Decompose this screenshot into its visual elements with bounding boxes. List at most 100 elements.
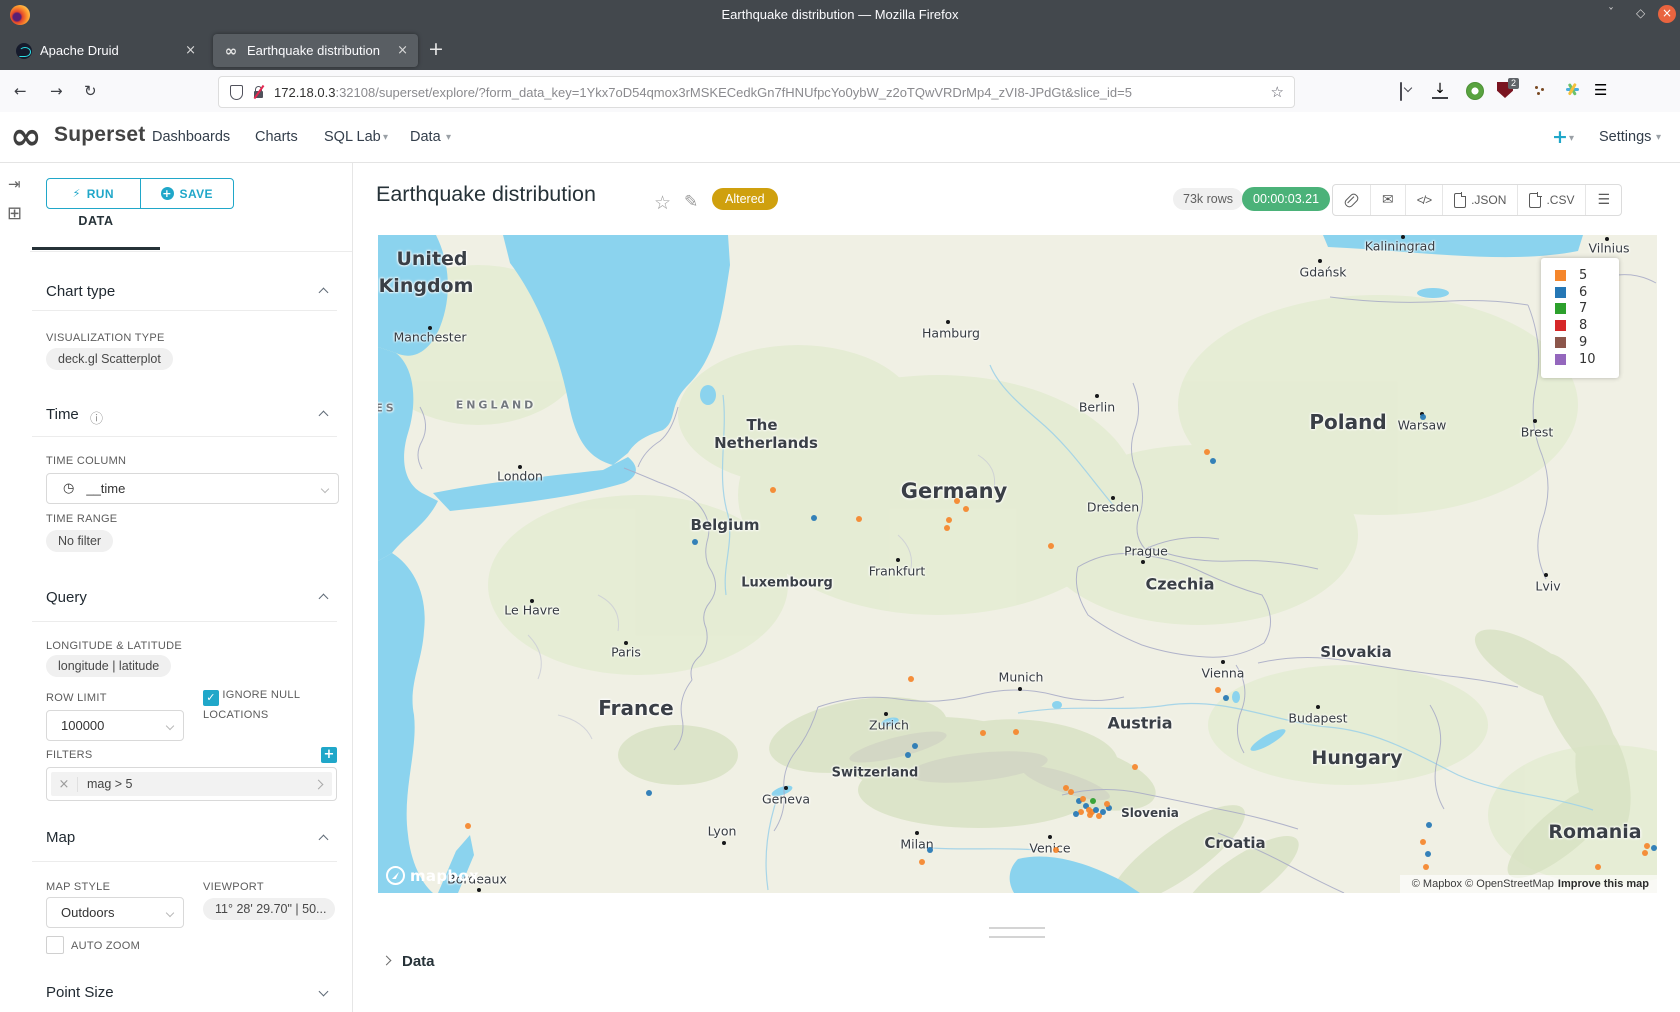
map-data-point[interactable] [1426,822,1432,828]
map-data-point[interactable] [1423,864,1429,870]
map-data-point[interactable] [1073,811,1079,817]
map-data-point[interactable] [908,676,914,682]
map-data-point[interactable] [1420,414,1426,420]
map-data-point[interactable] [1204,449,1210,455]
url-bar[interactable]: 172.18.0.3:32108/superset/explore/?form_… [218,76,1295,108]
copy-link-button[interactable] [1333,185,1371,215]
embed-code-button[interactable]: </> [1406,185,1443,215]
attribution-text[interactable]: © Mapbox © OpenStreetMap [1412,878,1554,890]
back-icon[interactable]: ← [14,82,27,100]
tab-close-icon[interactable]: × [185,43,196,58]
add-filter-button[interactable]: + [321,747,337,763]
tracking-shield-icon[interactable] [230,85,243,100]
tab-close-icon[interactable]: × [397,43,408,58]
chevron-down-icon[interactable] [319,987,329,997]
map-data-point[interactable] [1090,798,1096,804]
map-data-point[interactable] [692,539,698,545]
map-data-point[interactable] [927,847,933,853]
nav-charts[interactable]: Charts [255,129,298,145]
map-data-point[interactable] [1215,687,1221,693]
map-data-point[interactable] [646,790,652,796]
filter-item[interactable]: × mag > 5 [51,772,332,796]
map-data-point[interactable] [954,498,960,504]
map-data-point[interactable] [946,517,952,523]
auto-zoom-checkbox[interactable] [46,936,64,954]
panel-drag-handle[interactable] [989,927,1045,938]
map-data-point[interactable] [1080,796,1086,802]
map-data-point[interactable] [1068,789,1074,795]
favorite-star-icon[interactable]: ☆ [654,192,671,214]
insecure-lock-icon[interactable] [252,85,265,99]
window-close-icon[interactable]: × [1658,5,1676,23]
chevron-up-icon[interactable] [319,411,329,421]
map-data-point[interactable] [1651,845,1657,851]
add-new-button[interactable]: + [1552,126,1568,148]
map-data-point[interactable] [1048,543,1054,549]
viz-type-pill[interactable]: deck.gl Scatterplot [46,348,173,370]
save-button[interactable]: + SAVE [141,179,234,208]
map-data-point[interactable] [912,743,918,749]
download-icon[interactable]: ↓ [1432,82,1448,99]
tab-apache-druid[interactable]: Apache Druid × [6,34,206,67]
nav-data[interactable]: Data [410,129,441,145]
email-button[interactable]: ✉ [1371,185,1406,215]
time-range-pill[interactable]: No filter [46,530,113,552]
lonlat-pill[interactable]: longitude | latitude [46,655,171,677]
map-data-point[interactable] [1104,801,1110,807]
pocket-icon[interactable] [1400,82,1402,101]
section-chart-type[interactable]: Chart type [46,283,115,300]
data-section-header[interactable]: Data [402,953,435,970]
window-maximize-icon[interactable]: ◇ [1636,6,1645,20]
chevron-right-icon[interactable] [314,779,324,789]
map-data-point[interactable] [1053,847,1059,853]
forward-icon[interactable]: → [50,82,63,100]
mapbox-logo[interactable]: mapbox [386,866,479,885]
chart-menu-button[interactable]: ☰ [1586,185,1621,215]
tab-data[interactable]: DATA [32,214,160,228]
chevron-up-icon[interactable] [319,594,329,604]
map-data-point[interactable] [465,823,471,829]
run-button[interactable]: ⚡ RUN [47,179,141,208]
map-data-point[interactable] [770,487,776,493]
map-data-point[interactable] [963,506,969,512]
chevron-up-icon[interactable] [319,288,329,298]
map-data-point[interactable] [1595,864,1601,870]
edit-properties-icon[interactable]: ✎ [684,192,698,212]
map-data-point[interactable] [1132,764,1138,770]
nav-sql-lab[interactable]: SQL Lab [324,129,381,145]
map-data-point[interactable] [1642,850,1648,856]
map-data-point[interactable] [811,515,817,521]
map-data-point[interactable] [919,859,925,865]
map-data-point[interactable] [944,525,950,531]
nav-settings[interactable]: Settings [1599,129,1651,145]
map-data-point[interactable] [905,752,911,758]
new-tab-button[interactable]: + [428,40,444,59]
extension-privacy-icon[interactable] [1466,82,1484,100]
map-data-point[interactable] [1210,458,1216,464]
superset-brand[interactable]: Superset [54,123,145,147]
bookmark-star-icon[interactable]: ☆ [1271,83,1284,101]
window-minimize-icon[interactable]: ˇ [1608,6,1614,20]
section-map[interactable]: Map [46,829,75,846]
section-query[interactable]: Query [46,589,87,606]
ignore-null-checkbox[interactable]: ✓ [203,690,219,706]
map-canvas[interactable]: UnitedKingdomTheNetherlandsFranceGermany… [378,235,1657,893]
time-column-select[interactable]: ◷ __time [46,473,339,504]
tab-earthquake-distribution[interactable]: ∞ Earthquake distribution × [213,34,418,67]
chevron-up-icon[interactable] [319,835,329,845]
map-data-point[interactable] [1644,843,1650,849]
map-data-point[interactable] [1223,695,1229,701]
export-json-button[interactable]: .JSON [1443,185,1518,215]
map-data-point[interactable] [1425,851,1431,857]
export-csv-button[interactable]: .CSV [1518,185,1586,215]
map-data-point[interactable] [1100,809,1106,815]
superset-logo[interactable]: ∞ [10,116,42,156]
datasource-grid-icon[interactable]: ⊞ [7,203,22,224]
map-data-point[interactable] [1087,812,1093,818]
map-data-point[interactable] [1013,729,1019,735]
firefox-menu-icon[interactable]: ☰ [1594,81,1607,99]
map-data-point[interactable] [980,730,986,736]
viewport-pill[interactable]: 11° 28' 29.70" | 50... [203,898,335,920]
section-time[interactable]: Time [46,406,79,423]
remove-filter-icon[interactable]: × [51,777,78,792]
